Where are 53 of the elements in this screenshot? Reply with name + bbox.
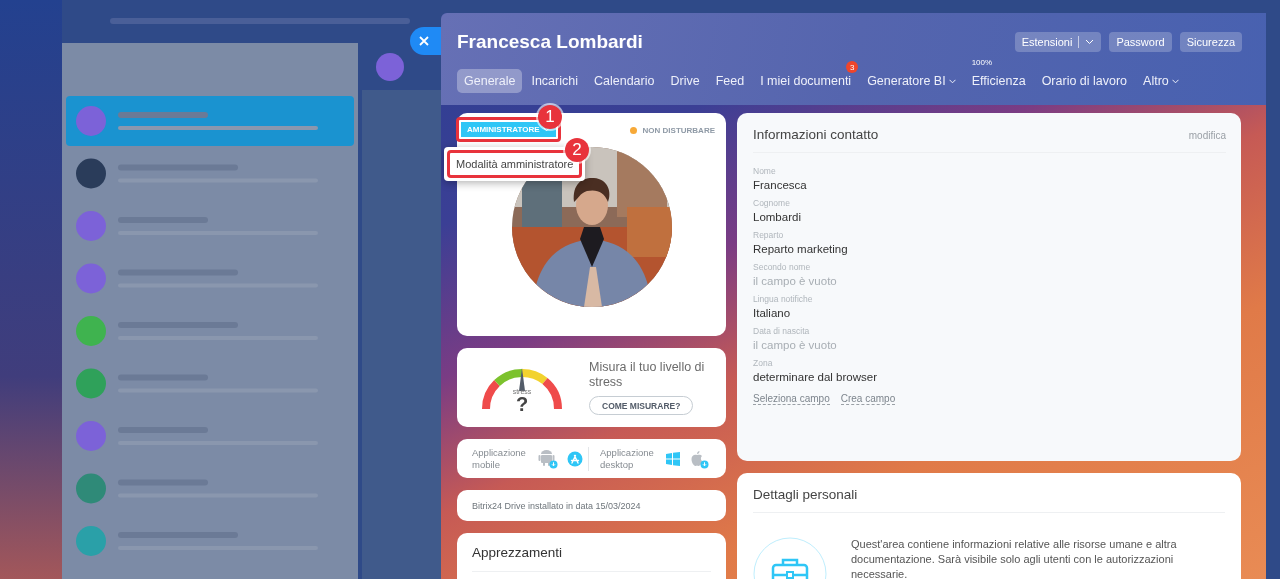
close-button[interactable] bbox=[410, 27, 441, 55]
info-paragraph: Quest'area contiene informazioni relative alle risorse umane e altra documentazione. Sarà visibile solo agli utenti con le autorizzazioni necessarie. bbox=[851, 537, 1178, 579]
field-value: Italiano bbox=[753, 307, 792, 319]
field-value: il campo è vuoto bbox=[753, 339, 838, 351]
field-value: Reparto marketing bbox=[753, 243, 849, 255]
field-label: Data di nascita bbox=[753, 326, 811, 336]
tab-percent: 100% bbox=[971, 58, 993, 67]
field-value: Lombardi bbox=[753, 211, 802, 223]
field-link[interactable]: Crea campo bbox=[840, 393, 896, 405]
card-title: Apprezzamenti bbox=[472, 545, 563, 560]
field-value: Francesca bbox=[753, 179, 808, 191]
android-icon[interactable] bbox=[538, 448, 558, 469]
field-value: determinare dal browser bbox=[753, 371, 878, 383]
drive-status: Bitrix24 Drive installato in data 15/03/2024 bbox=[472, 500, 641, 511]
tab[interactable]: Calendario bbox=[587, 69, 662, 93]
card-title: Informazioni contatto bbox=[753, 127, 879, 142]
app-label: Applicazione mobile bbox=[472, 446, 527, 471]
header-button[interactable]: Password bbox=[1109, 32, 1172, 52]
field-label: Lingua notifiche bbox=[753, 294, 814, 304]
stress-prompt: Misura il tuo livello di stress bbox=[589, 360, 706, 390]
status-dot bbox=[629, 127, 637, 134]
field-label: Cognome bbox=[753, 198, 791, 208]
tab[interactable]: Efficienza bbox=[964, 69, 1033, 93]
tab[interactable]: Feed bbox=[708, 69, 752, 93]
tab[interactable]: Generale bbox=[457, 69, 523, 93]
field-label: Secondo nome bbox=[753, 262, 812, 272]
app-label: Applicazione desktop bbox=[600, 446, 655, 471]
windows-icon[interactable] bbox=[666, 451, 680, 466]
tab[interactable]: Generatore BI bbox=[860, 69, 963, 93]
caret-icon bbox=[542, 127, 550, 132]
field-label: Nome bbox=[753, 166, 777, 176]
tab[interactable]: Orario di lavoro bbox=[1034, 69, 1135, 93]
tab[interactable]: Incarichi bbox=[524, 69, 585, 93]
callout-badge: 1 bbox=[538, 105, 562, 129]
caret-icon bbox=[1085, 39, 1095, 45]
callout-badge: 2 bbox=[565, 138, 589, 162]
tab[interactable]: Drive bbox=[663, 69, 707, 93]
field-value: il campo è vuoto bbox=[753, 275, 838, 287]
tab[interactable]: Altro bbox=[1136, 69, 1186, 93]
app-store-icon[interactable] bbox=[567, 450, 583, 467]
header-button[interactable]: Sicurezza bbox=[1179, 32, 1242, 52]
edit-link[interactable]: modifica bbox=[1188, 130, 1226, 141]
how-to-measure-button[interactable]: COME MISURARE? bbox=[589, 396, 694, 415]
apple-icon[interactable] bbox=[689, 448, 709, 469]
counter-badge: 3 bbox=[846, 61, 859, 73]
close-icon bbox=[418, 35, 430, 47]
field-label: Reparto bbox=[753, 230, 785, 240]
card-title: Dettagli personali bbox=[753, 487, 858, 502]
field-label: Zona bbox=[753, 358, 774, 368]
field-link[interactable]: Seleziona campo bbox=[753, 393, 830, 405]
status-label: NON DISTURBARE bbox=[642, 126, 715, 135]
panel-title: Francesca Lombardi bbox=[457, 31, 643, 53]
extensions-button[interactable]: Estensioni bbox=[1014, 32, 1102, 52]
